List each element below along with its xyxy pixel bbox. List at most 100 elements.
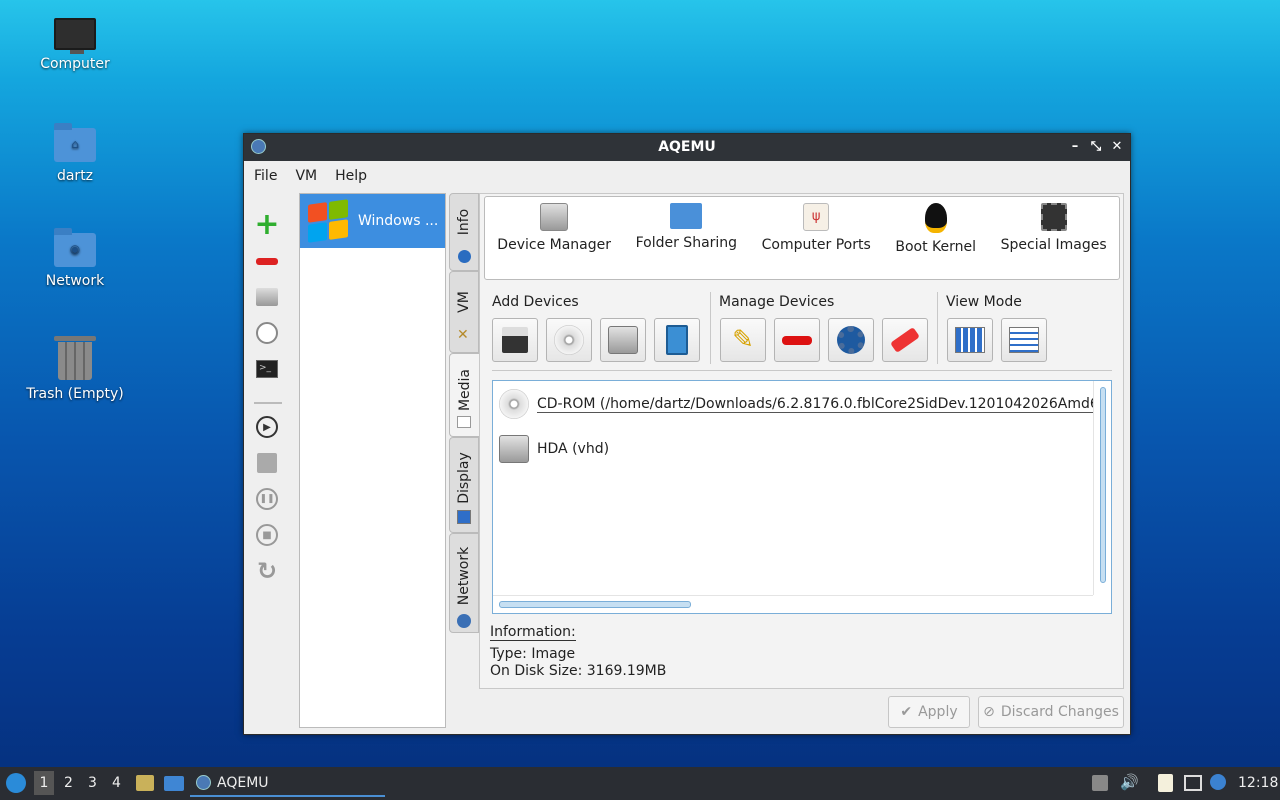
desktop-icon-trash[interactable]: Trash (Empty) (20, 334, 130, 402)
tab-info[interactable]: Info (449, 193, 479, 271)
device-settings-button[interactable] (828, 318, 874, 362)
special-images-category[interactable]: Special Images (1001, 203, 1107, 279)
vm-list-item[interactable]: Windows ... (300, 194, 445, 248)
taskbar-task-aqemu[interactable]: AQEMU (190, 770, 385, 797)
device-manager-category[interactable]: Device Manager (497, 203, 611, 279)
notification-icon[interactable] (1210, 774, 1226, 790)
add-floppy-button[interactable] (492, 318, 538, 362)
delete-vm-button[interactable] (254, 248, 280, 274)
minus-icon (782, 335, 812, 345)
volume-icon[interactable]: 🔊 (1120, 773, 1139, 791)
discard-changes-button[interactable]: ⊘ Discard Changes (978, 696, 1124, 728)
computer-icon (54, 18, 96, 54)
tab-label: Info (456, 208, 472, 236)
group-divider (937, 292, 938, 364)
icon-view-button[interactable] (947, 318, 993, 362)
device-item-cdrom[interactable]: CD-ROM (/home/dartz/Downloads/6.2.8176.0… (499, 389, 1108, 419)
start-menu-button[interactable] (6, 773, 26, 793)
pause-icon: ❚❚ (256, 488, 278, 510)
save-vm-button[interactable] (254, 450, 280, 476)
network-tray-icon[interactable] (1184, 775, 1202, 791)
home-folder-icon: ⌂ (54, 123, 96, 162)
add-harddisk-button[interactable] (600, 318, 646, 362)
device-label: CD-ROM (/home/dartz/Downloads/6.2.8176.0… (537, 395, 1108, 413)
trash-icon (54, 336, 96, 380)
chip-icon (1040, 203, 1067, 231)
desktop-icon-label: Trash (Empty) (26, 386, 124, 402)
tab-network[interactable]: Network (449, 533, 479, 633)
manage-devices-label: Manage Devices (719, 294, 835, 310)
desktop-icon-computer[interactable]: Computer (20, 18, 130, 72)
hdd-icon (540, 203, 569, 231)
scrollbar-thumb[interactable] (499, 601, 691, 608)
horizontal-scrollbar[interactable] (493, 595, 1093, 613)
boot-kernel-category[interactable]: Boot Kernel (895, 203, 976, 279)
folder-icon (670, 203, 703, 229)
app-icon (251, 139, 266, 154)
vm-terminal-button[interactable]: >_ (254, 356, 280, 382)
plus-icon: + (254, 207, 280, 242)
grid-view-icon (955, 327, 985, 353)
minimize-button[interactable]: – (1066, 134, 1084, 160)
add-storage-button[interactable] (654, 318, 700, 362)
cdrom-icon (554, 325, 584, 355)
vm-disk-button[interactable] (254, 284, 280, 310)
play-icon: ▶ (256, 416, 278, 438)
folder-sharing-category[interactable]: Folder Sharing (636, 203, 737, 279)
file-manager-icon[interactable] (136, 775, 154, 791)
show-desktop-icon[interactable] (164, 776, 184, 791)
tab-media[interactable]: Media (449, 353, 479, 437)
tux-icon (924, 203, 947, 233)
device-label: HDA (vhd) (537, 441, 610, 457)
computer-ports-category[interactable]: ψ Computer Ports (762, 203, 871, 279)
menu-bar: File VM Help (244, 161, 1130, 191)
desktop-icon-home[interactable]: ⌂ dartz (20, 123, 130, 184)
reset-vm-button[interactable]: ↻ (254, 557, 280, 585)
start-vm-button[interactable]: ▶ (254, 414, 280, 440)
maximize-button[interactable]: ⤡ (1087, 134, 1105, 160)
menu-vm[interactable]: VM (295, 168, 317, 184)
clipboard-icon[interactable] (1158, 774, 1173, 792)
add-cdrom-button[interactable] (546, 318, 592, 362)
device-list: CD-ROM (/home/dartz/Downloads/6.2.8176.0… (492, 380, 1112, 614)
storage-icon (666, 325, 688, 355)
eraser-button[interactable] (882, 318, 928, 362)
gear-icon (837, 326, 865, 354)
add-vm-button[interactable]: + (254, 207, 280, 242)
vm-clock-button[interactable] (254, 320, 280, 346)
menu-help[interactable]: Help (335, 168, 367, 184)
check-icon: ✔ (900, 704, 913, 720)
apply-button[interactable]: ✔ Apply (888, 696, 970, 728)
windows-logo-icon (308, 199, 348, 243)
separator (492, 370, 1112, 371)
window-title: AQEMU (658, 139, 716, 155)
edit-device-button[interactable]: ✎ (720, 318, 766, 362)
stop-vm-button[interactable]: ■ (254, 522, 280, 548)
tray-arrow-icon[interactable] (1092, 775, 1108, 791)
workspace-3[interactable]: 3 (88, 775, 97, 791)
workspace-2[interactable]: 2 (64, 775, 73, 791)
tab-vm[interactable]: VM ✕ (449, 271, 479, 353)
desktop-icon-label: Computer (40, 56, 110, 72)
desktop-icon-network[interactable]: ◉ Network (20, 228, 130, 289)
information-heading: Information: (490, 624, 576, 641)
remove-device-button[interactable] (774, 318, 820, 362)
scrollbar-thumb[interactable] (1099, 387, 1106, 583)
close-button[interactable]: ✕ (1108, 134, 1126, 160)
vertical-scrollbar[interactable] (1093, 381, 1111, 595)
info-size: On Disk Size: 3169.19MB (490, 663, 667, 679)
display-icon (457, 510, 471, 524)
title-bar[interactable]: AQEMU – ⤡ ✕ (244, 134, 1130, 161)
list-view-button[interactable] (1001, 318, 1047, 362)
workspace-4[interactable]: 4 (112, 775, 121, 791)
device-item-hda[interactable]: HDA (vhd) (499, 435, 609, 463)
add-devices-label: Add Devices (492, 294, 579, 310)
clock: 12:18 (1238, 775, 1279, 791)
workspace-1[interactable]: 1 (34, 771, 54, 795)
cdrom-icon (499, 389, 529, 419)
app-icon (196, 775, 211, 790)
menu-file[interactable]: File (254, 168, 277, 184)
vm-name: Windows ... (358, 213, 439, 229)
tab-display[interactable]: Display (449, 437, 479, 533)
pause-vm-button[interactable]: ❚❚ (254, 486, 280, 512)
